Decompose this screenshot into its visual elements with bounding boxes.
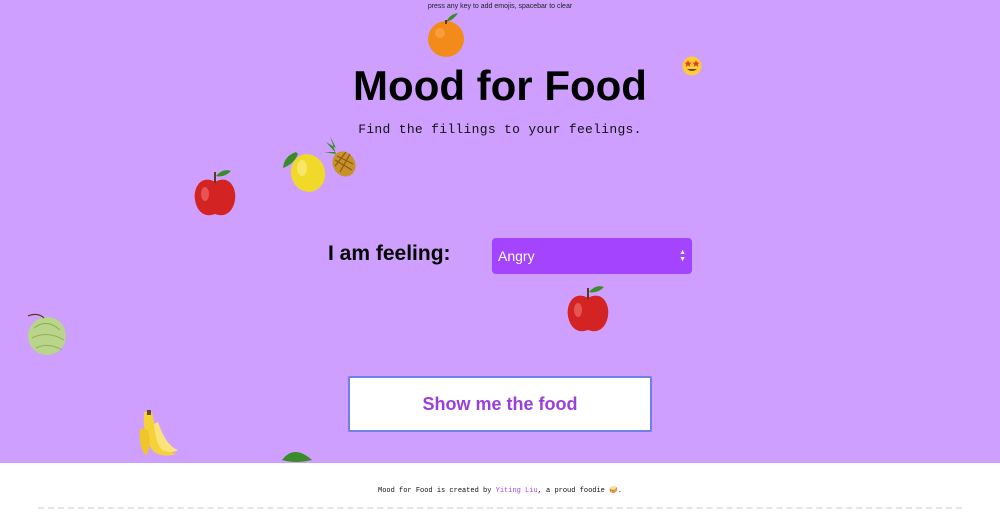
apple-icon — [194, 170, 236, 216]
show-food-button-label: Show me the food — [422, 393, 578, 414]
footer-divider — [38, 507, 962, 517]
footer-credit: Mood for Food is created by Yiting Liu, … — [0, 486, 1000, 495]
mood-select[interactable]: Angry ▲ ▼ — [492, 238, 692, 274]
emoji-canvas[interactable]: press any key to add emojis, spacebar to… — [0, 0, 1000, 463]
footer-credit-prefix: Mood for Food is created by — [378, 487, 496, 495]
leaf-icon — [282, 452, 312, 462]
page-subtitle: Find the fillings to your feelings. — [358, 122, 642, 137]
mood-select-value: Angry — [498, 248, 535, 264]
page-title: Mood for Food — [353, 62, 647, 109]
select-arrows-icon: ▲ ▼ — [679, 249, 686, 263]
instructions-hint: press any key to add emojis, spacebar to… — [427, 3, 573, 10]
melon-icon — [27, 313, 66, 355]
footer: Mood for Food is created by Yiting Liu, … — [0, 463, 1000, 515]
banana-icon — [139, 410, 178, 456]
apple-icon — [567, 286, 609, 332]
orange-icon — [428, 13, 464, 57]
show-food-button[interactable]: Show me the food — [348, 376, 652, 432]
pineapple-icon — [324, 136, 356, 177]
feeling-label: I am feeling: — [328, 242, 451, 265]
author-link[interactable]: Yiting Liu — [496, 487, 538, 495]
footer-credit-suffix: , a proud foodie 🥪. — [537, 487, 622, 495]
